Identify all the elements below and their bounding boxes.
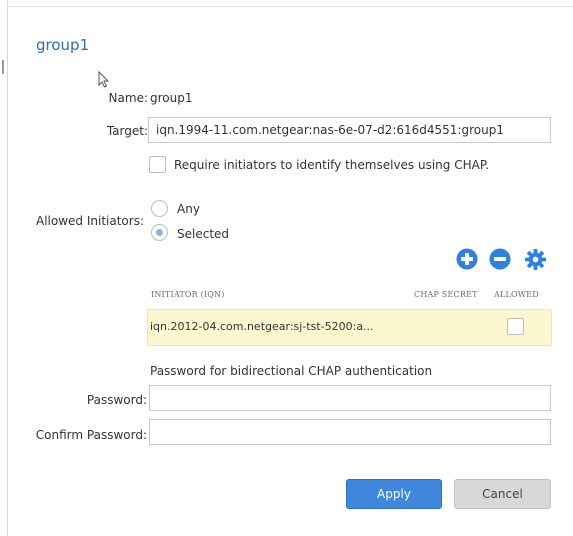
allowed-initiators-label: Allowed Initiators: — [36, 214, 144, 228]
allowed-checkbox[interactable] — [507, 318, 524, 335]
column-header-allowed: ALLOWED — [494, 290, 539, 299]
cancel-button[interactable]: Cancel — [454, 479, 551, 509]
radio-any[interactable] — [151, 200, 168, 217]
radio-any-label: Any — [177, 202, 200, 216]
chap-require-checkbox[interactable] — [149, 156, 166, 173]
remove-icon[interactable] — [489, 248, 511, 270]
column-header-initiator: INITIATOR (IQN) — [151, 290, 225, 299]
radio-selected[interactable] — [151, 224, 168, 241]
dialog-title: group1 — [36, 36, 90, 54]
radio-selected-label: Selected — [177, 227, 230, 241]
window-edge-mark — [2, 60, 4, 74]
initiator-iqn-cell: iqn.2012-04.com.netgear:sj-tst-5200:a... — [150, 320, 374, 333]
apply-button[interactable]: Apply — [346, 479, 442, 509]
confirm-password-label: Confirm Password: — [35, 428, 147, 442]
gear-icon[interactable] — [524, 248, 547, 271]
confirm-password-field[interactable] — [149, 419, 551, 445]
password-field[interactable] — [149, 385, 551, 411]
password-label: Password: — [86, 393, 147, 407]
chap-require-label: Require initiators to identify themselve… — [174, 158, 490, 172]
mouse-cursor-icon — [98, 71, 110, 88]
name-value: group1 — [150, 91, 193, 105]
add-icon[interactable] — [456, 248, 478, 270]
bidirectional-chap-heading: Password for bidirectional CHAP authenti… — [150, 364, 433, 378]
name-label: Name: — [108, 91, 148, 105]
dialog-top-border — [7, 6, 573, 7]
dialog-left-border — [7, 0, 8, 536]
target-field[interactable]: iqn.1994-11.com.netgear:nas-6e-07-d2:616… — [148, 117, 551, 143]
column-header-chap-secret: CHAP SECRET — [414, 290, 478, 299]
target-value: iqn.1994-11.com.netgear:nas-6e-07-d2:616… — [156, 123, 504, 137]
target-label: Target: — [106, 124, 148, 138]
